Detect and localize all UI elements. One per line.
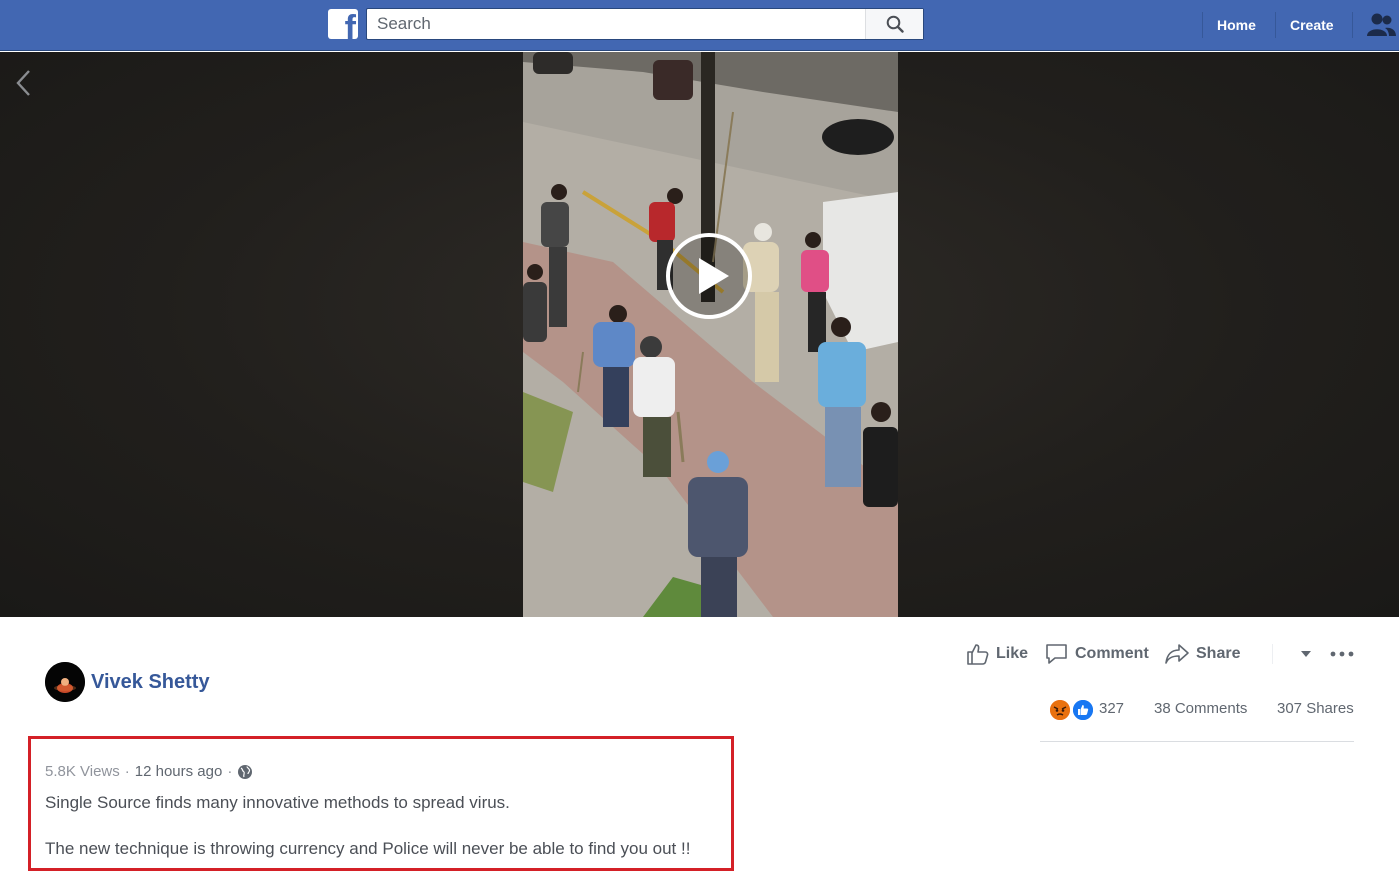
author-avatar[interactable] [45,662,85,702]
search-button[interactable] [865,9,923,39]
globe-icon[interactable] [237,764,253,780]
top-navigation-bar: f Home Create [0,0,1399,51]
meta-separator: · [124,763,130,780]
search-box [366,8,924,40]
comment-bubble-icon [1046,644,1067,664]
facebook-logo-icon[interactable]: f [328,9,358,39]
video-player[interactable] [523,52,898,617]
video-viewer [0,52,1399,617]
home-link[interactable]: Home [1217,14,1256,36]
avatar-image [45,662,85,702]
nav-divider [1275,12,1276,38]
reaction-count[interactable]: 327 [1099,697,1124,721]
search-icon [886,15,904,33]
like-label: Like [996,645,1029,662]
like-button[interactable]: Like [966,641,1028,667]
search-input[interactable] [367,9,867,39]
post-timestamp[interactable]: 12 hours ago [135,762,223,782]
caption-line-1: Single Source finds many innovative meth… [45,793,510,812]
comment-label: Comment [1075,645,1149,662]
comment-button[interactable]: Comment [1044,641,1149,667]
meta-separator: · [227,763,233,780]
like-thumb-icon [1073,700,1093,720]
share-label: Share [1196,645,1241,662]
share-arrow-icon [1165,644,1189,664]
thumbs-up-icon [967,644,989,665]
friend-requests-icon[interactable] [1366,10,1396,40]
play-button-icon[interactable] [665,232,753,320]
video-frame [523,52,898,617]
nav-divider [1352,12,1353,38]
create-link[interactable]: Create [1290,14,1334,36]
share-button[interactable]: Share [1164,641,1240,667]
dropdown-caret-icon[interactable] [1300,650,1312,658]
views-count: 5.8K Views [45,763,120,780]
like-reaction-icon[interactable] [1071,698,1095,722]
angry-reaction-icon[interactable] [1048,698,1072,722]
nav-divider [1202,12,1203,38]
shares-count[interactable]: 307 Shares [1277,697,1354,721]
angry-face-icon [1050,700,1070,720]
author-name[interactable]: Vivek Shetty [91,670,210,694]
action-divider [1272,644,1273,664]
post-meta: 5.8K Views · 12 hours ago · [45,762,253,782]
comments-count[interactable]: 38 Comments [1154,697,1247,721]
caption-line-2: The new technique is throwing currency a… [45,839,691,858]
more-options-icon[interactable] [1330,650,1354,658]
stats-divider [1040,741,1354,742]
back-arrow-icon[interactable] [12,68,36,98]
